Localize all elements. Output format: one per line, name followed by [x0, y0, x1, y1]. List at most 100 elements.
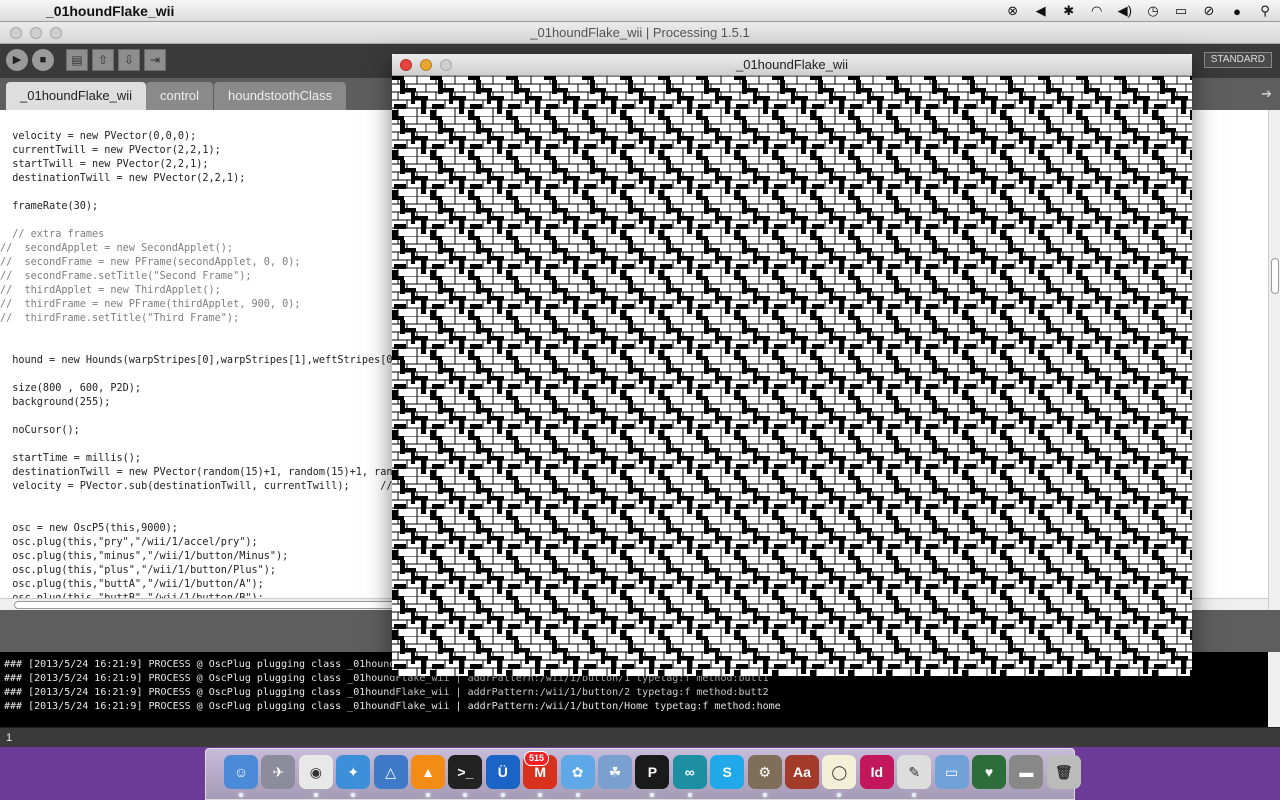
battery-icon[interactable]: ▭ [1174, 3, 1188, 19]
sketch-window[interactable]: _01houndFlake_wii [392, 54, 1192, 676]
close-icon[interactable] [400, 59, 412, 71]
save-icon[interactable]: ⇩ [118, 49, 140, 71]
editor-vertical-scrollbar[interactable] [1268, 110, 1280, 610]
open-icon[interactable]: ⇧ [92, 49, 114, 71]
launchpad-icon[interactable]: ✈ [261, 755, 296, 789]
dictionary-icon[interactable]: Aa [785, 755, 819, 789]
time-machine-icon[interactable]: ◷ [1146, 3, 1160, 19]
mail-badge: 515 [524, 751, 550, 766]
preview-icon[interactable]: △ [373, 755, 408, 789]
zoom-icon[interactable] [50, 27, 62, 39]
code-line[interactable]: // thirdApplet = new ThirdApplet(); [0, 284, 221, 298]
wifi-icon[interactable]: ◠ [1090, 3, 1104, 19]
vlc-icon[interactable]: ▲ [411, 755, 445, 789]
code-line[interactable]: // secondApplet = new SecondApplet(); [0, 242, 233, 256]
status-icon-2[interactable]: ◀ [1034, 3, 1048, 19]
app-menu[interactable]: _01houndFlake_wii [46, 3, 174, 19]
code-line[interactable]: osc = new OscP5(this,9000); [0, 522, 178, 536]
scroll-thumb[interactable] [1271, 258, 1279, 294]
ide-titlebar: _01houndFlake_wii | Processing 1.5.1 [0, 22, 1280, 44]
running-indicator [837, 793, 842, 797]
code-line[interactable]: // thirdFrame = new PFrame(thirdApplet, … [0, 298, 301, 312]
processing-icon[interactable]: P [635, 755, 670, 789]
safari-icon[interactable]: ✦ [336, 755, 371, 789]
code-line[interactable]: noCursor(); [0, 424, 79, 438]
console-line: ### [2013/5/24 16:21:9] PROCESS @ OscPlu… [4, 701, 781, 712]
code-line[interactable]: destinationTwill = new PVector(2,2,1); [0, 172, 245, 186]
running-indicator [239, 793, 243, 797]
ide-title: _01houndFlake_wii | Processing 1.5.1 [530, 25, 750, 40]
tab-control[interactable]: control [146, 82, 214, 110]
utility-icon[interactable]: ⚙ [747, 755, 782, 789]
code-line[interactable]: // thirdFrame.setTitle("Third Frame"); [0, 312, 239, 326]
menu-bar: _01houndFlake_wii ⊗ ◀ ✱ ◠ ◀) ◷ ▭ ⊘ ● ⚲ [0, 0, 1280, 22]
skype-icon[interactable]: S [710, 755, 745, 789]
code-line[interactable]: // extra frames [0, 228, 104, 242]
bluetooth-icon[interactable]: ✱ [1062, 3, 1076, 19]
picasa-icon[interactable]: ✿ [560, 755, 595, 789]
line-number: 1 [0, 727, 1280, 747]
mode-button[interactable]: STANDARD [1203, 52, 1272, 68]
volume-icon[interactable]: ◀) [1118, 3, 1132, 19]
new-icon[interactable]: ▤ [66, 49, 88, 71]
code-line[interactable]: size(800 , 600, P2D); [0, 382, 141, 396]
code-line[interactable]: velocity = new PVector(0,0,0); [0, 130, 196, 144]
scroll-thumb[interactable] [14, 601, 414, 609]
running-indicator [500, 793, 505, 797]
eggs-icon[interactable]: ◯ [822, 755, 857, 789]
status-icon-1[interactable]: ⊗ [1006, 3, 1020, 19]
running-indicator [538, 793, 543, 797]
status-icons: ⊗ ◀ ✱ ◠ ◀) ◷ ▭ ⊘ ● ⚲ [1006, 0, 1272, 22]
code-line[interactable]: currentTwill = new PVector(2,2,1); [0, 144, 221, 158]
script-icon[interactable]: ✎ [897, 755, 932, 789]
arduino-icon[interactable]: ∞ [672, 755, 707, 789]
code-line[interactable]: background(255); [0, 396, 110, 410]
running-indicator [351, 793, 356, 797]
photo-icon[interactable]: ☘ [598, 755, 632, 789]
zoom-icon[interactable] [440, 59, 452, 71]
activity-monitor-icon[interactable]: ♥ [972, 755, 1006, 789]
running-indicator [912, 793, 917, 797]
finder-icon[interactable]: ☺ [224, 755, 258, 789]
indesign-icon[interactable]: Id [859, 755, 894, 789]
clock-icon[interactable]: ⊘ [1202, 3, 1216, 19]
sketch-titlebar: _01houndFlake_wii [392, 54, 1192, 76]
code-line[interactable]: osc.plug(this,"minus","/wii/1/button/Min… [0, 550, 288, 564]
terminal-icon[interactable]: >_ [448, 755, 483, 789]
minimize-icon[interactable] [420, 59, 432, 71]
tab-houndstooth-class[interactable]: houndstoothClass [214, 82, 347, 110]
code-line[interactable]: osc.plug(this,"buttA","/wii/1/button/A")… [0, 578, 263, 592]
console-scrollbar[interactable] [1268, 652, 1280, 727]
user-icon[interactable]: ● [1230, 4, 1244, 19]
tab-main[interactable]: _01houndFlake_wii [6, 82, 147, 110]
minimize-icon[interactable] [30, 27, 42, 39]
running-indicator [463, 793, 468, 797]
stop-icon[interactable]: ■ [32, 49, 54, 71]
sketch-title: _01houndFlake_wii [735, 57, 849, 72]
tab-menu-arrow-icon[interactable]: ➔ [1261, 86, 1272, 102]
code-line[interactable]: osc.plug(this,"plus","/wii/1/button/Plus… [0, 564, 276, 578]
code-line[interactable]: // secondFrame = new PFrame(secondApplet… [0, 256, 301, 270]
code-line[interactable]: startTime = millis(); [0, 452, 141, 466]
close-icon[interactable] [10, 27, 22, 39]
hard-drive-icon[interactable]: ▬ [1009, 755, 1044, 789]
running-indicator [575, 793, 580, 797]
running-indicator [650, 793, 655, 797]
code-line[interactable]: velocity = PVector.sub(destinationTwill,… [0, 480, 392, 494]
chrome-icon[interactable]: ◉ [298, 755, 333, 789]
fontforge-icon[interactable]: Ü [485, 755, 520, 789]
run-icon[interactable]: ▶ [6, 49, 28, 71]
folder-icon[interactable]: ▭ [934, 755, 969, 789]
code-line[interactable]: frameRate(30); [0, 200, 98, 214]
code-line[interactable]: hound = new Hounds(warpStripes[0],warpSt… [0, 354, 392, 368]
code-line[interactable]: startTwill = new PVector(2,2,1); [0, 158, 208, 172]
trash-icon[interactable]: 🗑 [1046, 755, 1081, 789]
running-indicator [426, 793, 430, 797]
export-icon[interactable]: ⇥ [144, 49, 166, 71]
spotlight-icon[interactable]: ⚲ [1258, 3, 1272, 19]
code-line[interactable]: // secondFrame.setTitle("Second Frame"); [0, 270, 251, 284]
code-line[interactable]: destinationTwill = new PVector(random(15… [0, 466, 398, 480]
dock: ☺ ✈ ◉ ✦ △ ▲ >_ Ü M ✿ ☘ P ∞ S ⚙ Aa ◯ Id ✎ ▭ ♥ ▬ 🗑 515 [205, 748, 1081, 800]
code-line[interactable]: osc.plug(this,"pry","/wii/1/accel/pry"); [0, 536, 257, 550]
running-indicator [687, 793, 692, 797]
